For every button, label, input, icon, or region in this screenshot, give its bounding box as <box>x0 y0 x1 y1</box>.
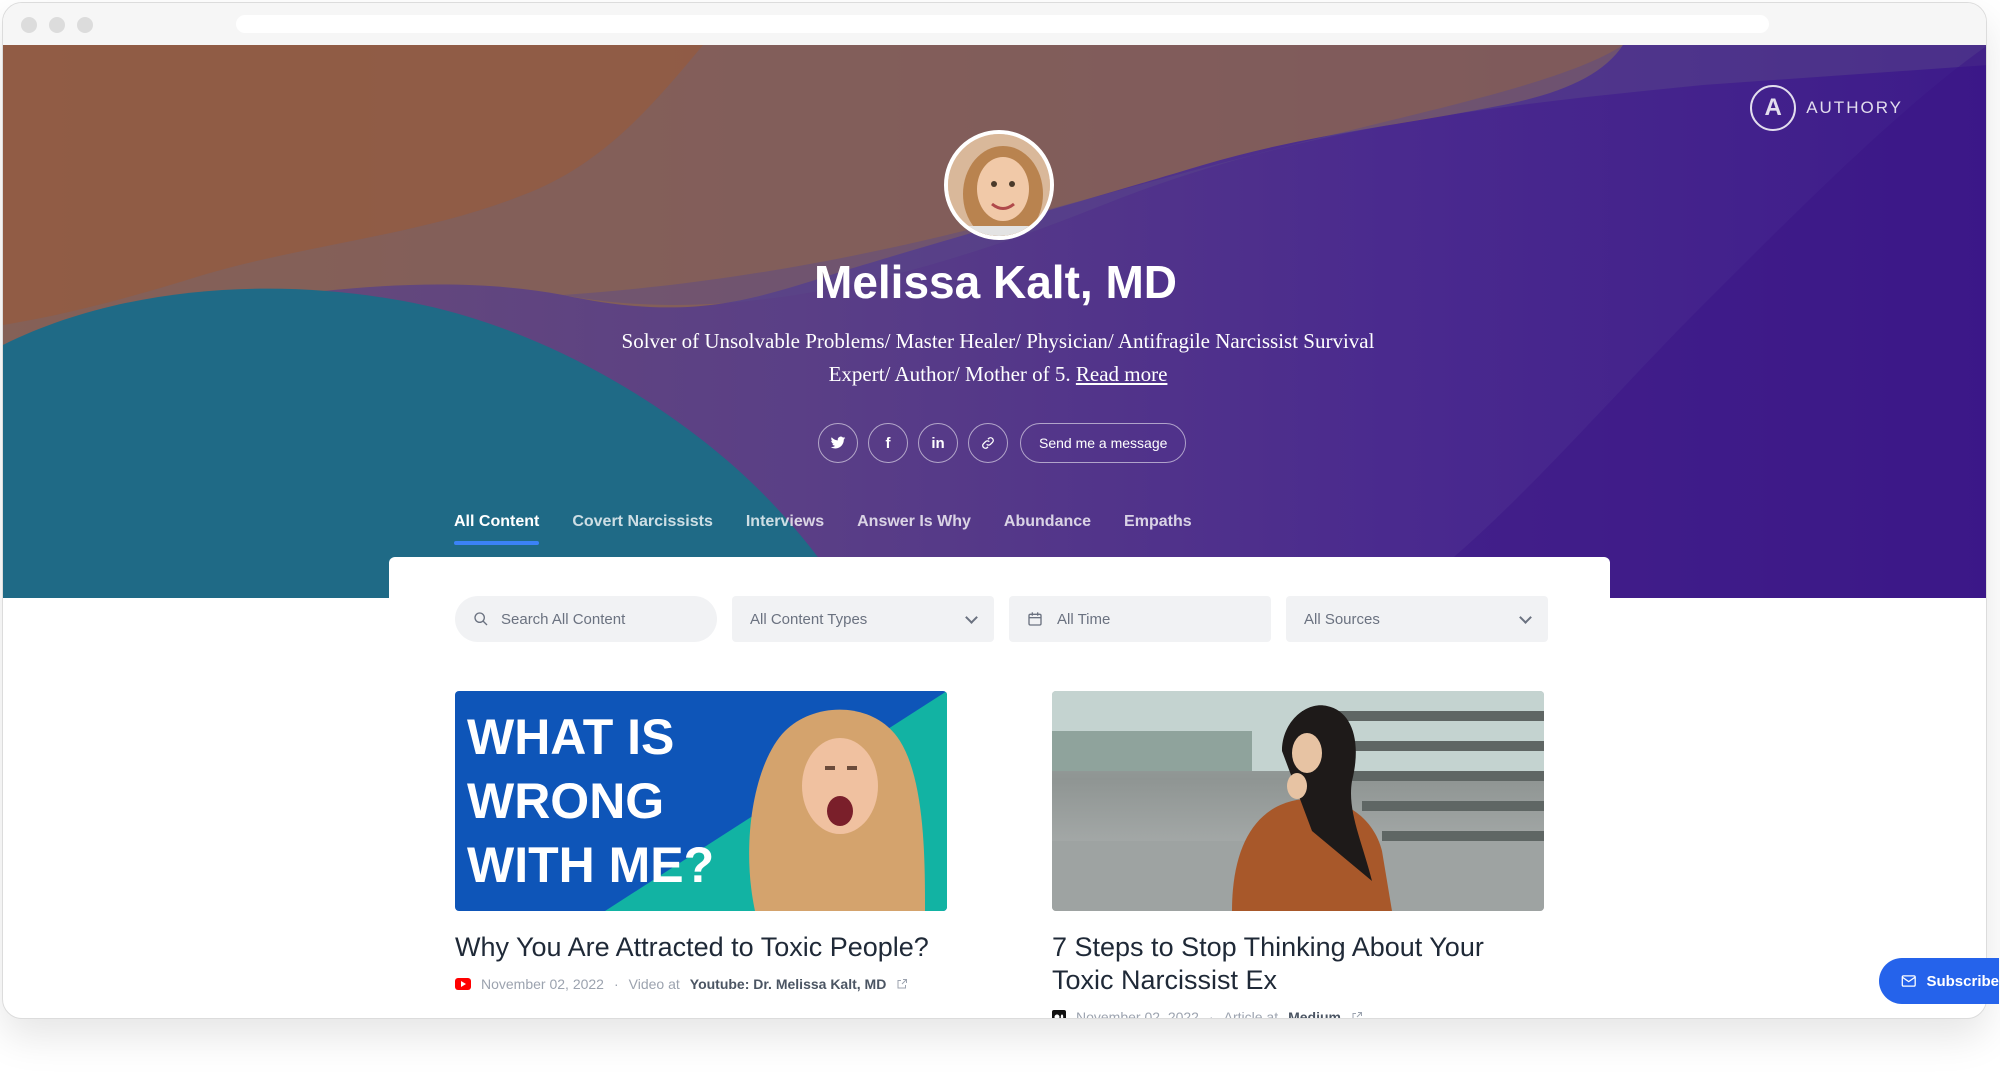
card-meta: November 02, 2022 · Video at Youtube: Dr… <box>455 976 947 992</box>
search-icon <box>474 612 488 626</box>
external-link-icon[interactable] <box>1351 1011 1363 1019</box>
card-title[interactable]: Why You Are Attracted to Toxic People? <box>455 931 947 964</box>
address-bar[interactable] <box>236 15 1769 33</box>
external-link-icon[interactable] <box>896 978 908 990</box>
tab-covert-narcissists[interactable]: Covert Narcissists <box>572 513 713 545</box>
sources-value: All Sources <box>1304 610 1380 628</box>
browser-window: A AUTHORY Melissa Kalt, MD Solver of Uns… <box>2 2 1987 1019</box>
authory-wordmark: AUTHORY <box>1806 98 1903 117</box>
authory-logo-icon: A <box>1750 85 1797 131</box>
read-more-link[interactable]: Read more <box>1076 362 1168 386</box>
profile-avatar <box>944 130 1054 240</box>
tab-empaths[interactable]: Empaths <box>1124 513 1192 545</box>
thumbnail-photo <box>1052 691 1544 911</box>
window-maximize-dot[interactable] <box>77 17 93 33</box>
card-date: November 02, 2022 <box>1076 1009 1199 1019</box>
mail-icon <box>1901 975 1916 987</box>
tab-all-content[interactable]: All Content <box>454 513 540 545</box>
content-card[interactable]: WHAT IS WRONG WITH ME? Why You Are Attra… <box>455 691 947 992</box>
time-range-select[interactable]: All Time <box>1009 596 1271 642</box>
calendar-icon <box>1028 612 1042 626</box>
thumbnail-caption: WHAT IS WRONG WITH ME? <box>467 705 714 897</box>
thumbnail-line-1: WHAT IS <box>467 709 675 765</box>
link-glyph <box>982 437 994 449</box>
search-input[interactable]: Search All Content <box>455 596 717 642</box>
tab-abundance[interactable]: Abundance <box>1004 513 1091 545</box>
filter-bar: Search All Content All Content Types All… <box>455 596 1548 642</box>
content-card[interactable]: 7 Steps to Stop Thinking About Your Toxi… <box>1052 691 1544 1019</box>
social-links: f in Send me a message <box>818 423 1187 463</box>
window-close-dot[interactable] <box>21 17 37 33</box>
thumbnail-line-2: WRONG <box>467 773 665 829</box>
card-source[interactable]: Youtube: Dr. Melissa Kalt, MD <box>690 976 887 992</box>
card-date: November 02, 2022 <box>481 976 604 992</box>
profile-hero: A AUTHORY Melissa Kalt, MD Solver of Uns… <box>3 45 1986 598</box>
search-placeholder: Search All Content <box>501 610 626 628</box>
tab-answer-is-why[interactable]: Answer Is Why <box>857 513 971 545</box>
send-message-button[interactable]: Send me a message <box>1020 423 1187 463</box>
authory-logo[interactable]: A AUTHORY <box>1750 85 1903 131</box>
content-types-select[interactable]: All Content Types <box>732 596 994 642</box>
link-icon[interactable] <box>968 423 1008 463</box>
card-type: Video at <box>628 976 680 992</box>
card-source[interactable]: Medium <box>1288 1009 1341 1018</box>
subscribe-button[interactable]: Subscribe <box>1879 958 1999 1004</box>
thumbnail-line-3: WITH ME? <box>467 837 715 893</box>
card-type: Article at <box>1223 1009 1279 1019</box>
meta-separator: · <box>613 976 619 992</box>
time-range-value: All Time <box>1057 610 1111 628</box>
tab-interviews[interactable]: Interviews <box>746 513 824 545</box>
card-title[interactable]: 7 Steps to Stop Thinking About Your Toxi… <box>1052 931 1544 997</box>
medium-icon <box>1052 1010 1066 1018</box>
chevron-down-icon <box>965 610 978 624</box>
subscribe-label: Subscribe <box>1926 972 1999 990</box>
card-thumbnail[interactable] <box>1052 691 1544 911</box>
linkedin-icon[interactable]: in <box>918 423 958 463</box>
window-minimize-dot[interactable] <box>49 17 65 33</box>
content-tabs: All Content Covert Narcissists Interview… <box>454 513 1192 545</box>
browser-chrome <box>3 3 1986 45</box>
profile-bio: Solver of Unsolvable Problems/ Master He… <box>603 325 1393 391</box>
card-meta: November 02, 2022 · Article at Medium <box>1052 1009 1544 1019</box>
sources-select[interactable]: All Sources <box>1286 596 1548 642</box>
youtube-icon <box>455 978 471 990</box>
card-thumbnail[interactable]: WHAT IS WRONG WITH ME? <box>455 691 947 911</box>
chevron-down-icon <box>1519 610 1532 624</box>
profile-name: Melissa Kalt, MD <box>814 256 1177 308</box>
meta-separator: · <box>1208 1009 1214 1019</box>
content-types-value: All Content Types <box>750 610 868 628</box>
profile-bio-text: Solver of Unsolvable Problems/ Master He… <box>621 329 1375 386</box>
twitter-icon[interactable] <box>818 423 858 463</box>
twitter-glyph <box>830 436 846 449</box>
facebook-icon[interactable]: f <box>868 423 908 463</box>
